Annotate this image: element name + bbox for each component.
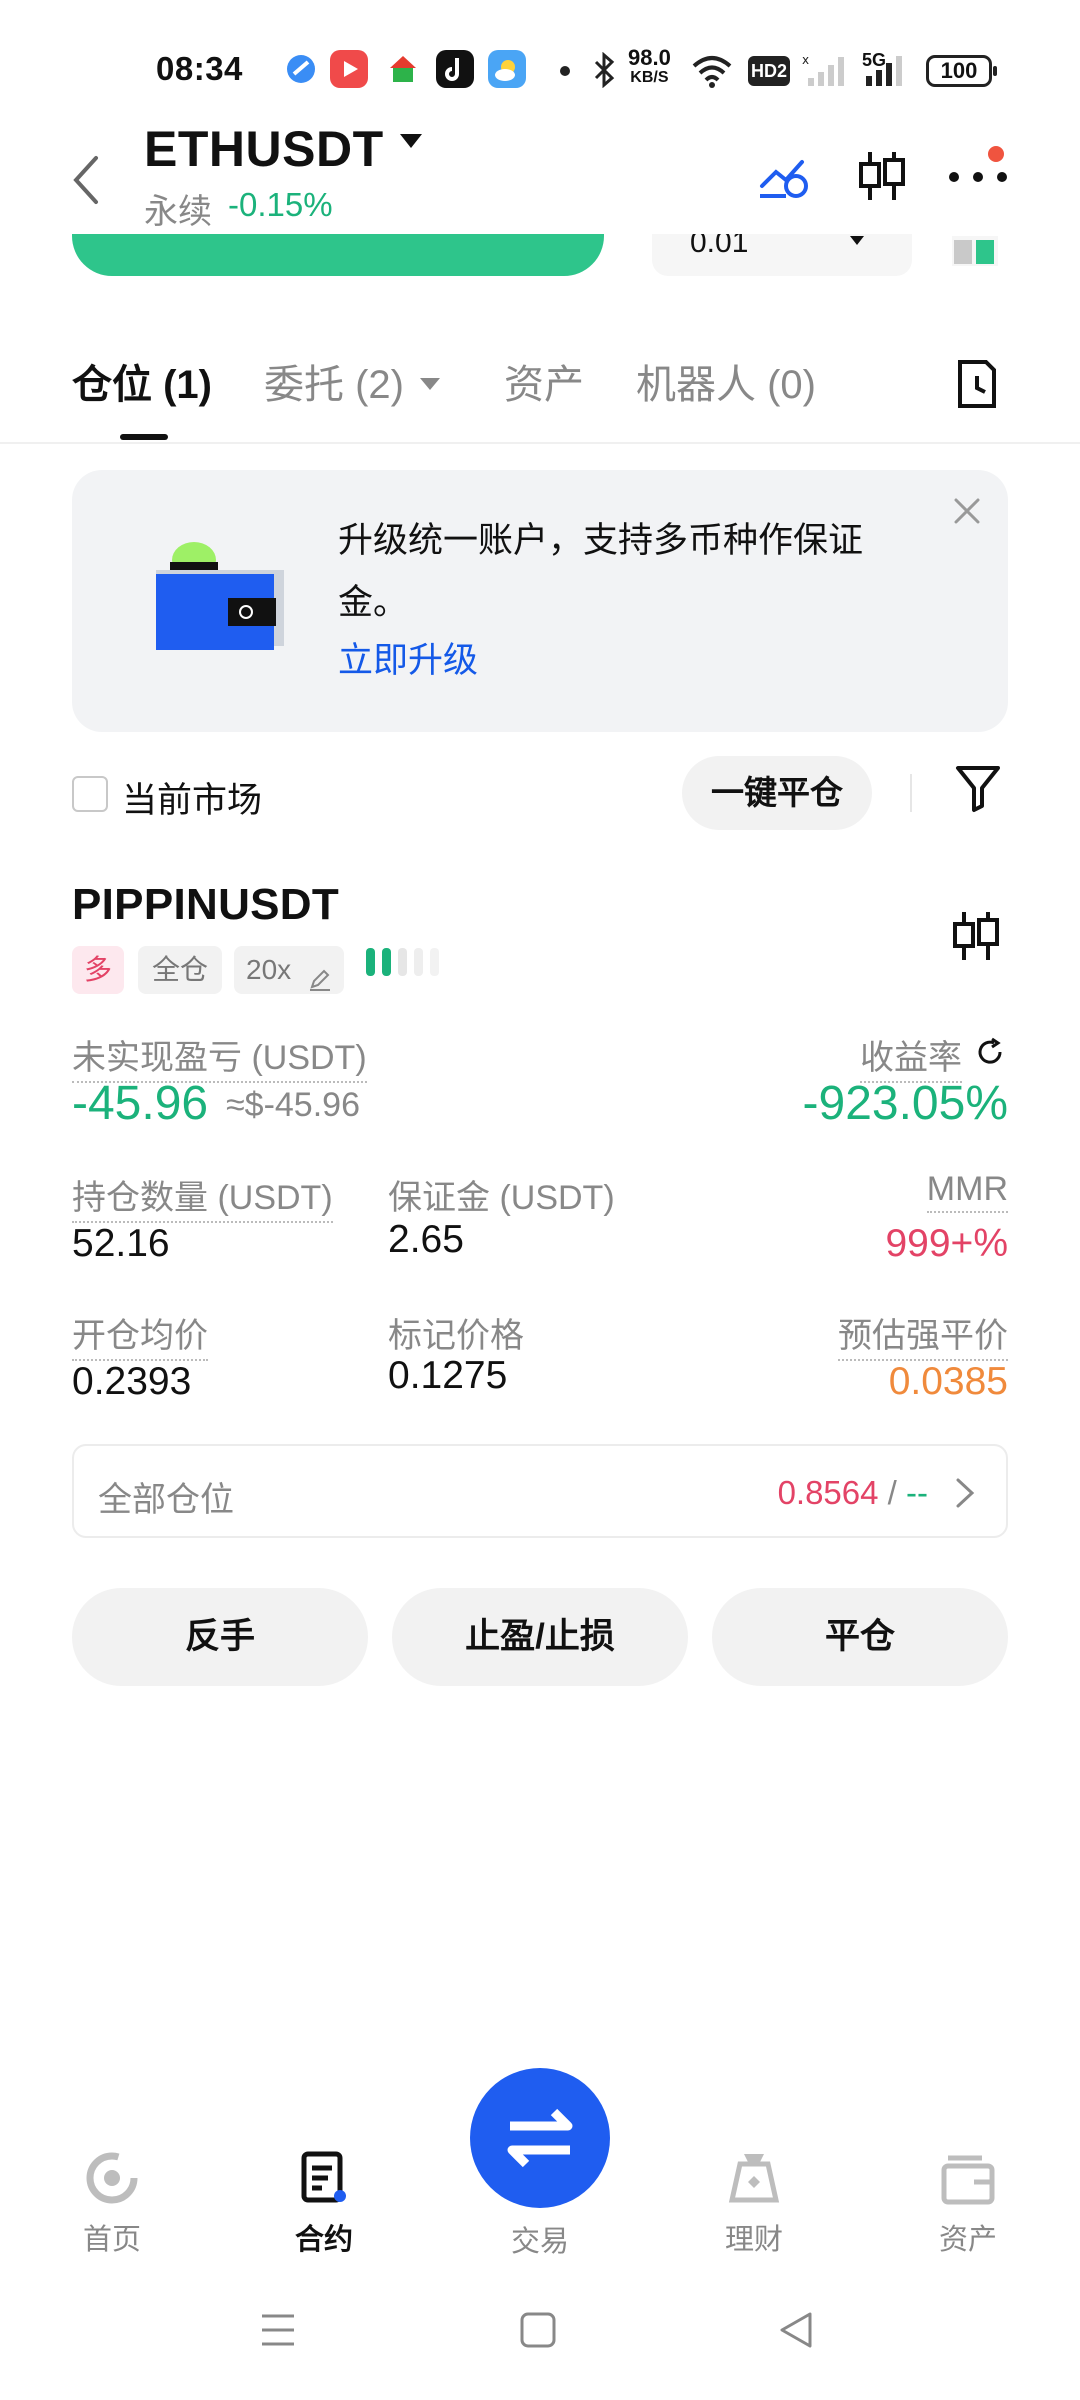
futures-icon	[294, 2148, 354, 2208]
nav-earn[interactable]: 理财	[684, 2148, 824, 2258]
all-positions-label: 全部仓位	[98, 1481, 234, 1519]
qty-caret-icon	[850, 236, 864, 245]
refresh-icon[interactable]	[974, 1036, 1006, 1068]
filter-separator	[910, 774, 912, 812]
current-market-label[interactable]: 当前市场	[122, 772, 262, 823]
nav-earn-label: 理财	[724, 2224, 783, 2256]
tab-positions[interactable]: 仓位 (1)	[72, 352, 212, 410]
liq-price-label: 预估强平价	[838, 1308, 1008, 1361]
all-positions-green-value: --	[906, 1474, 928, 1511]
close-all-button[interactable]: 一键平仓	[682, 756, 872, 830]
pair-dropdown-icon[interactable]	[400, 134, 422, 148]
more-icon[interactable]	[948, 170, 1008, 230]
unrealized-pnl-value: -45.96	[72, 1077, 209, 1130]
leverage-badge[interactable]: 20x	[234, 946, 344, 994]
entry-price-label: 开仓均价	[72, 1308, 208, 1361]
all-positions-red-value: 0.8564	[777, 1474, 879, 1511]
margin-label: 保证金 (USDT)	[388, 1179, 615, 1217]
orderbook-layout-icon[interactable]	[952, 236, 998, 266]
mmr-label: MMR	[926, 1170, 1008, 1213]
filter-icon[interactable]	[954, 762, 1002, 814]
close-position-button[interactable]: 平仓	[712, 1588, 1008, 1686]
chevron-right-icon	[952, 1476, 978, 1510]
pair-title[interactable]: ETHUSDT	[144, 120, 384, 178]
margin-value: 2.65	[388, 1218, 464, 1261]
home-icon	[82, 2148, 142, 2208]
home-square-icon[interactable]	[518, 2310, 558, 2355]
contract-type: 永续	[144, 193, 212, 231]
bluetooth-icon	[592, 51, 616, 93]
nav-home-label: 首页	[82, 2224, 141, 2256]
menu-icon[interactable]	[258, 2310, 298, 2355]
price-change: -0.15%	[228, 186, 333, 223]
svg-text:x: x	[802, 53, 809, 67]
swap-arrows-icon	[507, 2108, 573, 2168]
nav-assets-label: 资产	[938, 2224, 997, 2256]
signal-1-icon: x	[802, 52, 846, 93]
banner-message: 升级统一账户，支持多币种作保证金。	[338, 521, 864, 622]
trade-button[interactable]	[470, 2068, 610, 2208]
nav-assets[interactable]: 资产	[898, 2148, 1038, 2258]
hd-badge: HD2	[748, 56, 790, 86]
unrealized-pnl-approx: ≈$-45.96	[226, 1086, 360, 1124]
tab-assets[interactable]: 资产	[504, 352, 584, 410]
position-symbol[interactable]: PIPPINUSDT	[72, 880, 339, 930]
shop-app-icon	[384, 50, 422, 88]
notification-dot-icon	[560, 66, 570, 76]
net-speed: 98.0 KB/S	[628, 45, 671, 87]
nav-futures-label: 合约	[294, 2224, 353, 2256]
edit-icon	[308, 958, 332, 1006]
all-positions-values: 0.8564 / --	[778, 1474, 928, 1512]
nav-trade-label: 交易	[510, 2226, 569, 2258]
wallet-icon	[938, 2148, 998, 2208]
size-value: 52.16	[72, 1222, 170, 1265]
size-label: 持仓数量 (USDT)	[72, 1170, 333, 1223]
side-badge: 多	[72, 946, 124, 994]
wifi-icon	[690, 52, 734, 93]
margin-mode-badge: 全仓	[138, 946, 222, 994]
roe-value: -923.05%	[802, 1077, 1008, 1130]
nav-home[interactable]: 首页	[42, 2148, 182, 2258]
liq-price-value: 0.0385	[888, 1360, 1008, 1403]
entry-price-value: 0.2393	[72, 1360, 192, 1403]
all-positions-sep: /	[878, 1474, 907, 1511]
back-triangle-icon[interactable]	[776, 2310, 816, 2355]
history-icon[interactable]	[954, 358, 1000, 415]
position-chart-icon[interactable]	[950, 908, 1002, 964]
status-time: 08:34	[156, 50, 243, 87]
back-icon[interactable]	[66, 150, 106, 210]
upgrade-now-link[interactable]: 立即升级	[338, 632, 478, 683]
mark-price-value: 0.1275	[388, 1354, 508, 1397]
tab-bots[interactable]: 机器人 (0)	[636, 352, 816, 410]
tab-indicator	[120, 434, 168, 440]
candlestick-chart-icon[interactable]	[856, 148, 908, 208]
reverse-button[interactable]: 反手	[72, 1588, 368, 1686]
weather-app-icon	[488, 50, 526, 88]
mmr-value: 999+%	[885, 1222, 1008, 1265]
orders-dropdown-icon[interactable]	[420, 378, 440, 390]
browser-app-icon	[282, 50, 320, 88]
tpsl-button[interactable]: 止盈/止损	[392, 1588, 688, 1686]
earn-icon	[724, 2148, 784, 2208]
tab-orders[interactable]: 委托 (2)	[264, 352, 404, 410]
price-alert-icon[interactable]	[758, 152, 812, 212]
tiktok-app-icon	[436, 50, 474, 88]
battery-indicator: 100	[926, 55, 997, 87]
current-market-checkbox[interactable]	[72, 776, 108, 812]
tabs-divider	[0, 442, 1080, 444]
mark-price-label: 标记价格	[388, 1317, 524, 1355]
close-icon[interactable]	[950, 494, 984, 528]
signal-2-icon	[862, 52, 910, 93]
nav-futures[interactable]: 合约	[254, 2148, 394, 2258]
video-app-icon	[330, 50, 368, 88]
notification-badge	[988, 146, 1004, 162]
leverage-value: 20x	[246, 954, 292, 985]
wallet-illustration-icon	[150, 540, 290, 657]
